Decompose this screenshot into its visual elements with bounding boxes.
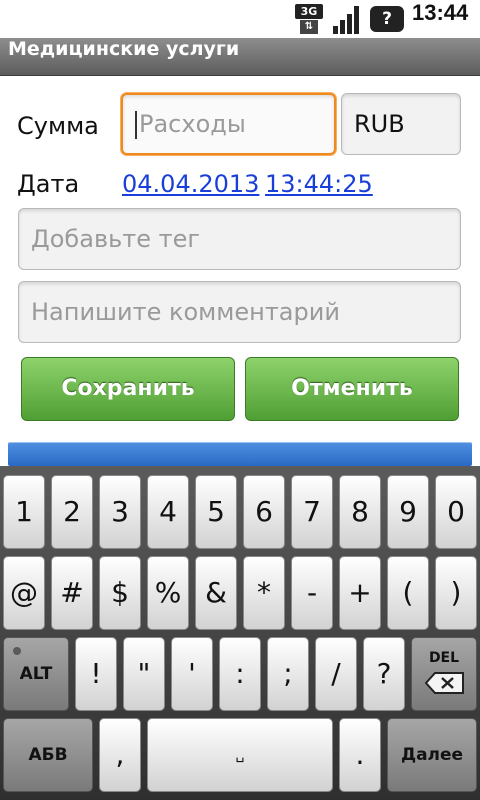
key-ampersand[interactable]: &: [195, 556, 237, 630]
text-caret: [135, 111, 137, 139]
progress-bar: [8, 442, 472, 466]
time-link[interactable]: 13:44:25: [265, 170, 373, 198]
date-link[interactable]: 04.04.2013: [122, 170, 259, 198]
key-single-quote[interactable]: ': [171, 637, 213, 711]
key-colon[interactable]: :: [219, 637, 261, 711]
currency-select[interactable]: RUB: [341, 93, 461, 155]
alt-indicator-icon: [13, 647, 21, 655]
soft-keyboard: 1 2 3 4 5 6 7 8 9 0 @ # $ % & * - + ( ) …: [0, 466, 480, 800]
page-title: Медицинские услуги: [8, 38, 240, 60]
key-4[interactable]: 4: [147, 475, 189, 549]
key-2[interactable]: 2: [51, 475, 93, 549]
key-minus[interactable]: -: [291, 556, 333, 630]
key-percent[interactable]: %: [147, 556, 189, 630]
key-paren-close[interactable]: ): [435, 556, 477, 630]
key-question[interactable]: ?: [363, 637, 405, 711]
alt-key[interactable]: ALT: [3, 637, 69, 711]
amount-input[interactable]: Расходы: [121, 93, 336, 155]
save-button[interactable]: Сохранить: [21, 357, 235, 421]
backspace-icon: [425, 672, 464, 694]
key-double-quote[interactable]: ": [123, 637, 165, 711]
key-dollar[interactable]: $: [99, 556, 141, 630]
key-asterisk[interactable]: *: [243, 556, 285, 630]
key-7[interactable]: 7: [291, 475, 333, 549]
network-3g-icon: 3G ⇅: [295, 4, 323, 34]
help-icon: ?: [370, 6, 404, 32]
amount-label: Сумма: [17, 112, 99, 140]
key-5[interactable]: 5: [195, 475, 237, 549]
title-bar: Медицинские услуги: [0, 38, 480, 76]
key-6[interactable]: 6: [243, 475, 285, 549]
clock: 13:44: [412, 0, 469, 25]
alphabet-switch-key[interactable]: АБВ: [3, 718, 93, 792]
key-3[interactable]: 3: [99, 475, 141, 549]
date-label: Дата: [17, 170, 80, 198]
key-comma[interactable]: ,: [99, 718, 141, 792]
status-bar: 3G ⇅ ? 13:44: [0, 0, 480, 38]
space-key[interactable]: ␣: [147, 718, 333, 792]
key-8[interactable]: 8: [339, 475, 381, 549]
key-semicolon[interactable]: ;: [267, 637, 309, 711]
key-1[interactable]: 1: [3, 475, 45, 549]
key-period[interactable]: .: [339, 718, 381, 792]
space-bar-icon: ␣: [235, 747, 245, 763]
next-key[interactable]: Далее: [387, 718, 477, 792]
key-slash[interactable]: /: [315, 637, 357, 711]
tag-input[interactable]: Добавьте тег: [18, 208, 461, 270]
signal-strength-icon: [333, 4, 363, 34]
delete-key[interactable]: DEL: [411, 637, 477, 711]
cancel-button[interactable]: Отменить: [245, 357, 459, 421]
comment-input[interactable]: Напишите комментарий: [18, 281, 461, 343]
key-paren-open[interactable]: (: [387, 556, 429, 630]
key-exclamation[interactable]: !: [75, 637, 117, 711]
key-plus[interactable]: +: [339, 556, 381, 630]
key-9[interactable]: 9: [387, 475, 429, 549]
key-at[interactable]: @: [3, 556, 45, 630]
expense-form: Сумма Расходы RUB Дата 04.04.2013 13:44:…: [0, 76, 480, 466]
key-0[interactable]: 0: [435, 475, 477, 549]
key-hash[interactable]: #: [51, 556, 93, 630]
